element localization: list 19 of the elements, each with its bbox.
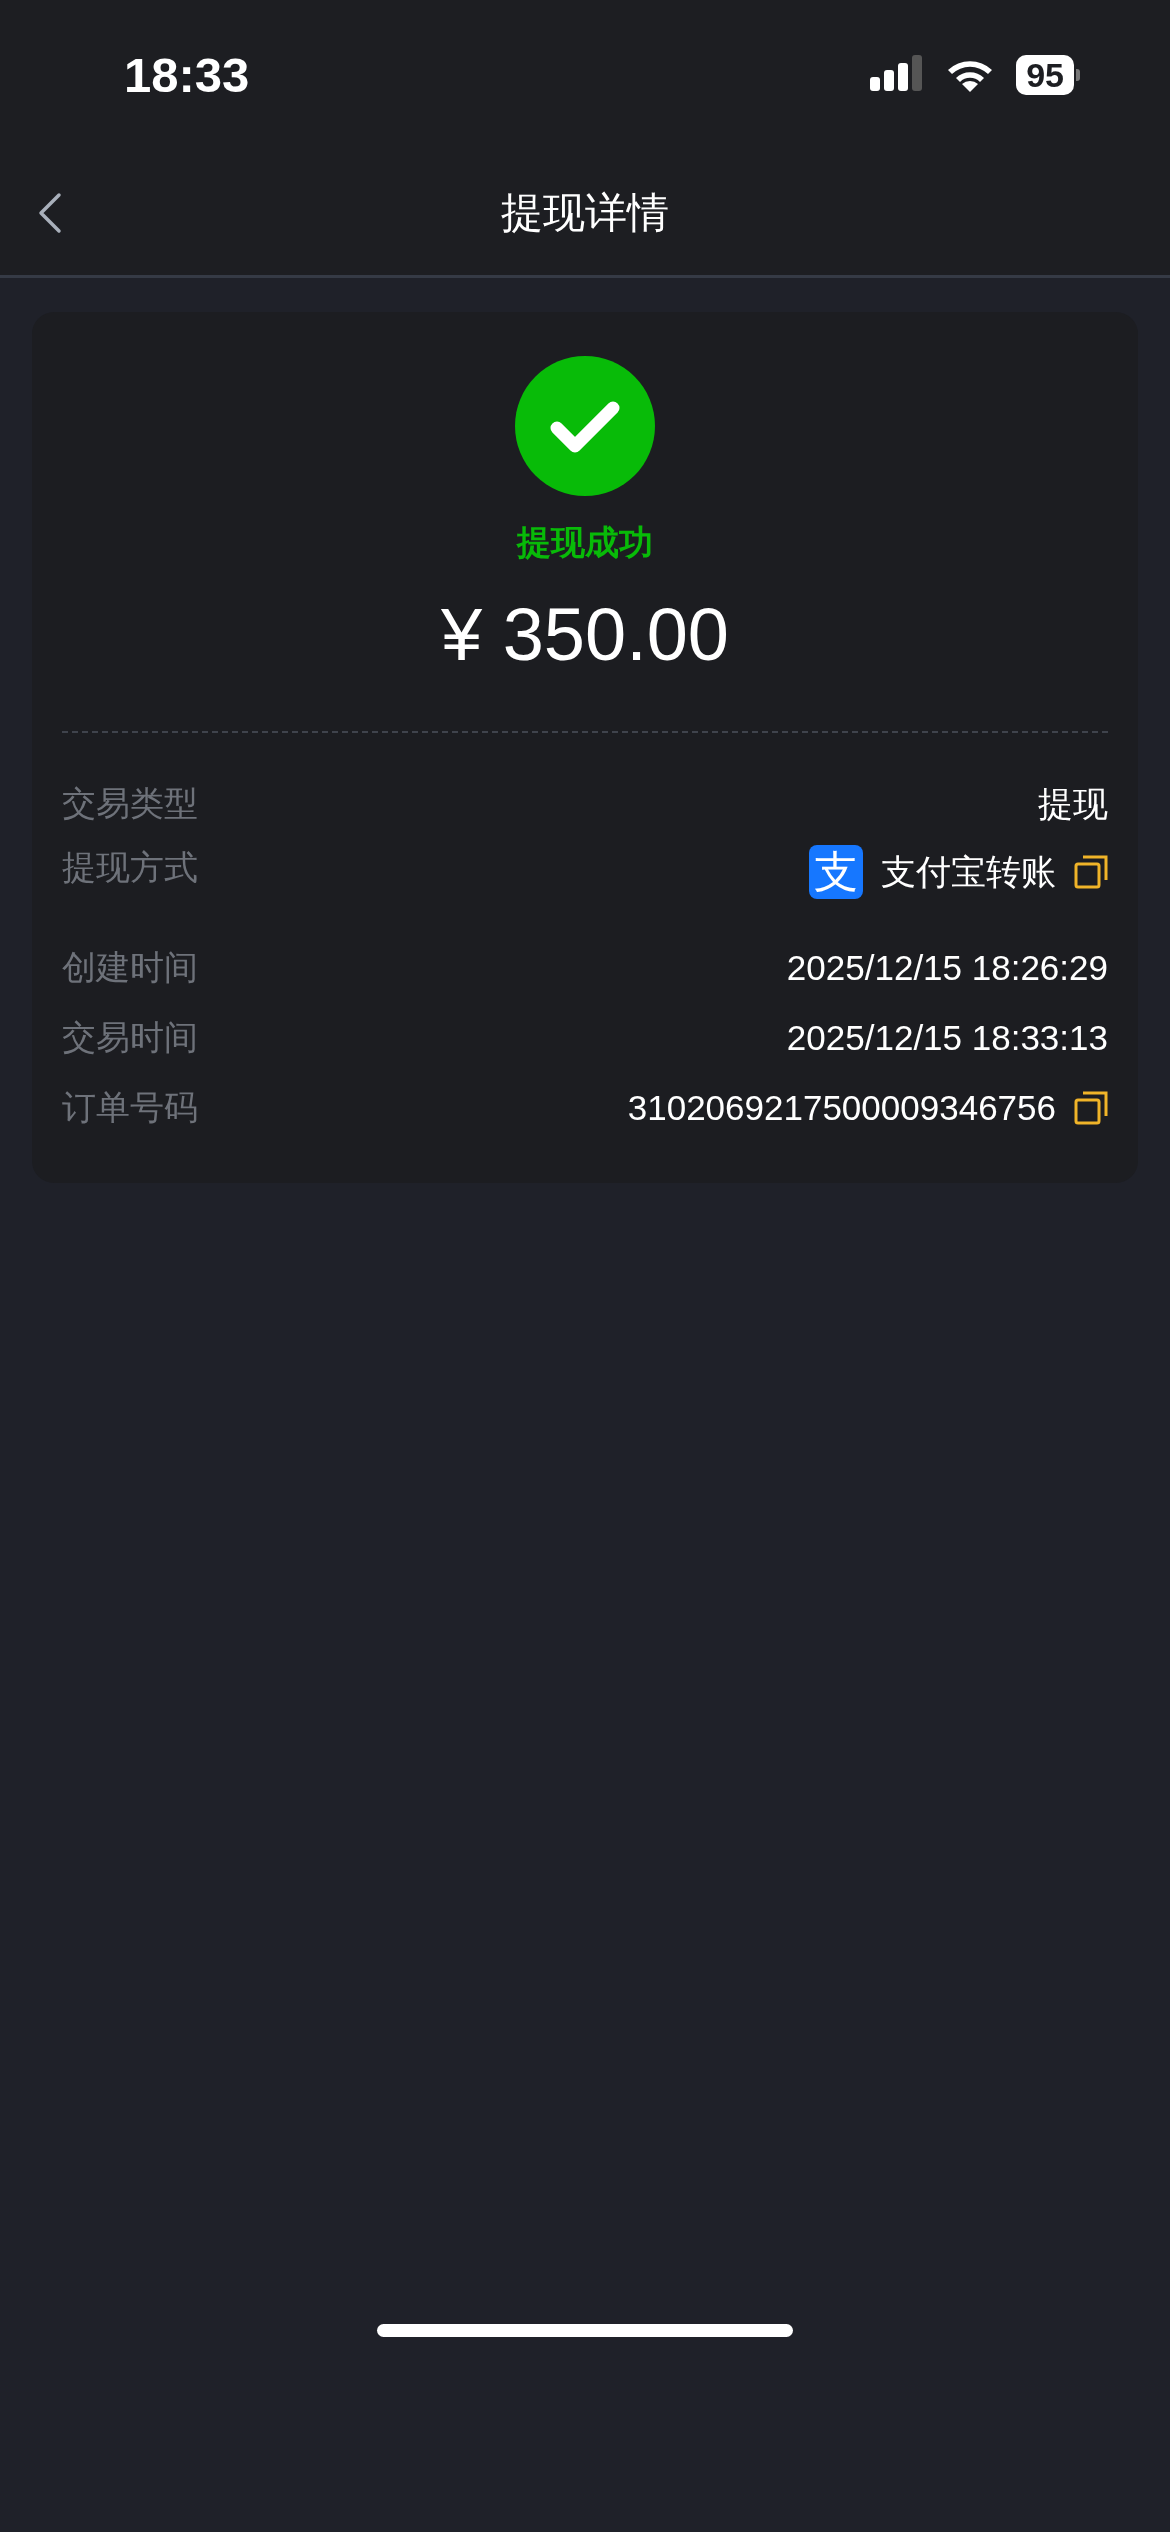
page-title: 提现详情 [501, 187, 669, 238]
copy-icon[interactable] [1074, 855, 1108, 889]
copy-icon[interactable] [1074, 1091, 1108, 1125]
amount: ¥ 350.00 [440, 592, 730, 677]
detail-value: 2025/12/15 18:33:13 [786, 1018, 1108, 1058]
status-icon [515, 356, 655, 496]
detail-label: 交易类型 [62, 783, 198, 824]
detail-value: 3102069217500009346756 [627, 1088, 1056, 1128]
detail-label: 交易时间 [62, 1017, 198, 1058]
detail-label: 订单号码 [62, 1087, 198, 1128]
status-time: 18:33 [124, 47, 250, 103]
status-text: 提现成功 [517, 522, 653, 563]
detail-label: 提现方式 [62, 847, 198, 888]
back-icon[interactable] [37, 192, 63, 234]
detail-value: 提现 [1038, 782, 1108, 825]
detail-value: 2025/12/15 18:26:29 [786, 948, 1108, 988]
detail-label: 创建时间 [62, 947, 198, 988]
detail-value: 支付宝转账 [881, 850, 1056, 893]
alipay-logo-icon: 支 [809, 845, 863, 899]
